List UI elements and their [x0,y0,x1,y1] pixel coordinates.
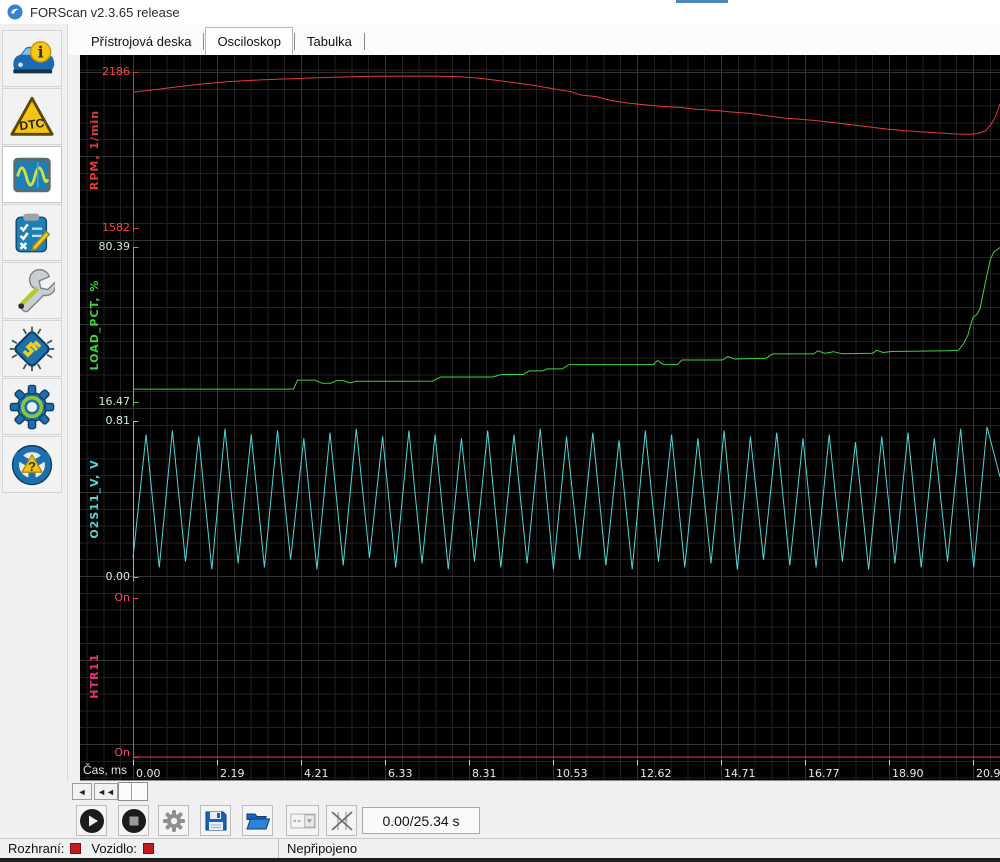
time-tick [469,760,470,765]
oscilloscope-plot: Čas, ms 2186 1582 RPM, 1/min 80.39 16.47 LOAD… [80,55,1000,781]
time-tick-label: 20.96 [976,767,1000,780]
time-axis-label: Čas, ms [83,763,128,777]
tab-separator [203,33,205,50]
help-wheel-icon: ? [11,444,53,485]
htr-scale-label: On [114,746,130,759]
o2-scale-label: 0.00 [105,570,131,583]
sidebar-item-oscilloscope[interactable] [2,146,62,203]
sidebar-item-configuration[interactable] [2,320,62,377]
rpm-channel-label: RPM, 1/min [88,109,101,191]
save-floppy-icon [205,811,226,830]
interface-led [70,843,82,854]
sidebar-item-vehicle-info[interactable]: i [2,30,62,87]
bottom-edge [0,858,1000,862]
load-scale-label: 16.47 [98,395,131,408]
top-window-fragment [676,0,728,3]
title-bar: FORScan v2.3.65 release [0,0,1000,24]
stop-icon [121,808,146,833]
load-scale-label: 80.39 [98,240,131,253]
scope-settings-button[interactable] [158,805,189,836]
app-logo-icon [7,4,23,20]
connection-status: Nepřipojeno [278,839,1000,858]
sidebar-item-tests[interactable] [2,204,62,261]
time-tick [973,760,974,765]
tab-separator [363,33,365,50]
time-tick-label: 4.21 [304,767,329,780]
vehicle-led [142,843,154,854]
scroll-left-button[interactable]: ◄ [72,783,92,800]
chip-icon [9,326,55,371]
gear-icon [9,384,55,429]
connection-indicators: Rozhraní: Vozidlo: [0,841,278,856]
scrollbar-thumb[interactable] [118,782,148,801]
svg-text:i: i [38,42,44,61]
status-text: Nepřipojeno [287,841,358,856]
time-tick [385,760,386,765]
save-button[interactable] [200,805,231,836]
open-button[interactable] [242,805,273,836]
sidebar-item-service[interactable] [2,262,62,319]
sidebar: i DTC ? [0,24,68,782]
status-bar: Rozhraní: Vozidlo: Nepřipojeno [0,838,1000,858]
dropdown-icon [289,813,316,828]
time-tick-label: 12.62 [640,767,672,780]
rpm-scale-label: 2186 [102,65,130,78]
time-tick [889,760,890,765]
tab-bar: Přístrojová deska Osciloskop Tabulka [68,24,1000,55]
vehicle-label: Vozidlo: [91,841,137,856]
sidebar-item-help[interactable]: ? [2,436,62,493]
time-tick-label: 16.77 [808,767,840,780]
oscilloscope-icon [13,157,51,192]
toolbar-gear-icon [162,809,185,832]
svg-text:?: ? [28,458,36,473]
markers-off-icon [330,810,353,831]
time-tick-label: 2.19 [220,767,245,780]
dtc-triangle-icon: DTC [10,96,54,136]
time-tick [217,760,218,765]
time-tick-label: 6.33 [388,767,413,780]
time-tick-label: 14.71 [724,767,756,780]
tab-přístrojová-deska[interactable]: Přístrojová deska [80,29,202,55]
interface-label: Rozhraní: [8,841,65,856]
channel-select-dropdown[interactable] [286,805,319,836]
time-tick [805,760,806,765]
o2-scale-label: 0.81 [105,414,131,427]
window-title: FORScan v2.3.65 release [30,4,180,20]
wrench-icon [18,268,55,312]
rpm-scale-label: 1582 [102,221,130,234]
play-icon [79,808,104,833]
scroll-far-left-button[interactable]: ◄◄ [94,783,118,800]
htr-channel-label: HTR11 [88,652,101,699]
tab-osciloskop[interactable]: Osciloskop [205,27,294,55]
time-tick-label: 8.31 [472,767,497,780]
time-tick [637,760,638,765]
signal-traces [132,72,1000,761]
markers-toggle-button[interactable] [326,805,357,836]
car-info-icon: i [13,40,55,73]
time-tick [133,760,134,765]
o2-channel-label: O2S11_V, V [88,459,101,539]
time-tick-label: 18.90 [892,767,924,780]
stop-button[interactable] [118,805,149,836]
sidebar-item-settings[interactable] [2,378,62,435]
htr-scale-label: On [114,591,130,604]
time-tick-label: 10.53 [556,767,588,780]
open-folder-icon [245,813,270,829]
tab-tabulka[interactable]: Tabulka [296,29,363,55]
transport-toolbar: 0.00/25.34 s [0,802,1000,838]
time-tick [301,760,302,765]
time-tick-label: 0.00 [136,767,161,780]
clipboard-tests-icon [15,213,51,252]
tab-separator [294,33,296,50]
time-tick [721,760,722,765]
time-tick [553,760,554,765]
time-scrollbar: ◄ ◄◄ [68,781,1000,802]
play-button[interactable] [76,805,107,836]
load-channel-label: LOAD_PCT, % [88,279,101,370]
time-position-display[interactable]: 0.00/25.34 s [362,807,480,834]
sidebar-item-dtc[interactable]: DTC [2,88,62,145]
